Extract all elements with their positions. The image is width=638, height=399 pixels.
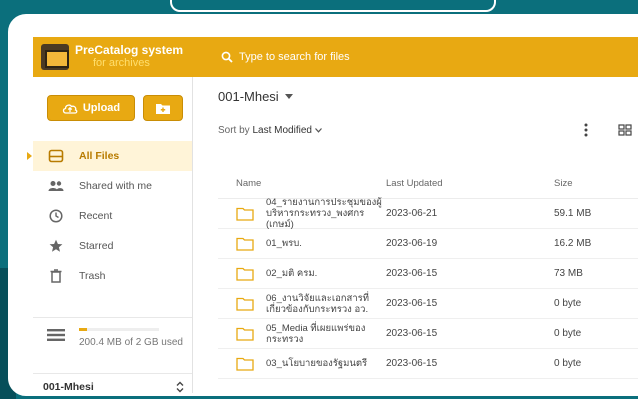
sidebar-item-trash[interactable]: Trash	[33, 261, 192, 291]
chevron-updown-icon	[176, 381, 184, 392]
storage-progress-bar	[79, 328, 159, 331]
file-date: 2023-06-15	[386, 298, 438, 309]
file-name: 05_Media ที่เผยแพร่ของกระทรวง	[266, 322, 366, 345]
clock-icon	[47, 207, 65, 225]
file-date: 2023-06-15	[386, 268, 438, 279]
table-row[interactable]: 04_รายงานการประชุมของผู้บริหารกระทรวง_พง…	[218, 197, 638, 230]
sidebar-item-recent[interactable]: Recent	[33, 201, 192, 231]
storage-text: 200.4 MB of 2 GB used	[79, 337, 183, 348]
upload-label: Upload	[82, 102, 121, 114]
new-folder-button[interactable]	[143, 95, 183, 121]
file-size: 0 byte	[554, 298, 582, 309]
more-vertical-icon	[584, 123, 588, 137]
storage-icon	[47, 328, 67, 346]
storage-usage: 200.4 MB of 2 GB used	[33, 317, 192, 363]
grid-view-icon	[618, 124, 632, 136]
workspace-selector[interactable]: 001-Mhesi	[33, 373, 192, 393]
table-row[interactable]: 02_มติ ครม. 2023-06-15 73 MB	[218, 259, 638, 289]
upload-button[interactable]: Upload	[47, 95, 135, 121]
file-size: 0 byte	[554, 328, 582, 339]
table-row[interactable]: 01_พรบ. 2023-06-19 16.2 MB	[218, 229, 638, 259]
file-name: 01_พรบ.	[266, 238, 302, 249]
file-list: 04_รายงานการประชุมของผู้บริหารกระทรวง_พง…	[218, 197, 638, 379]
folder-icon	[236, 297, 254, 311]
column-header-name[interactable]: Name	[218, 178, 386, 189]
sort-prefix: Sort by	[218, 125, 253, 136]
workspace-name: 001-Mhesi	[43, 380, 94, 393]
people-icon	[47, 177, 65, 195]
table-header: Name Last Updated Size	[218, 169, 638, 199]
new-folder-icon	[156, 103, 170, 114]
drive-icon	[47, 147, 65, 165]
sidebar-item-label: All Files	[79, 150, 120, 162]
table-row[interactable]: 03_นโยบายของรัฐมนตรี 2023-06-15 0 byte	[218, 349, 638, 379]
storage-progress-fill	[79, 328, 87, 331]
file-size: 0 byte	[554, 358, 582, 369]
sidebar-nav: All Files Shared with me Recent Starred …	[27, 141, 192, 291]
file-size: 59.1 MB	[554, 208, 592, 219]
column-header-size[interactable]: Size	[554, 178, 638, 189]
sidebar-item-label: Recent	[79, 210, 113, 222]
table-row[interactable]: 05_Media ที่เผยแพร่ของกระทรวง 2023-06-15…	[218, 319, 638, 349]
file-name: 04_รายงานการประชุมของผู้บริหารกระทรวง_พง…	[266, 197, 382, 230]
file-size: 73 MB	[554, 268, 583, 279]
chevron-down-icon	[314, 128, 322, 133]
file-date: 2023-06-21	[386, 208, 438, 219]
folder-icon	[236, 207, 254, 221]
header: PreCatalog system for archives Type to s…	[11, 17, 638, 77]
view-toggle-button[interactable]	[618, 123, 632, 137]
logo-title: PreCatalog system	[75, 43, 184, 57]
file-name: 06_งานวิจัยและเอกสารที่เกี่ยวข้องกับกระท…	[266, 292, 370, 315]
file-size: 16.2 MB	[554, 238, 592, 249]
file-date: 2023-06-19	[386, 238, 438, 249]
sort-control[interactable]: Sort by Last Modified	[218, 125, 322, 136]
main-content: 001-Mhesi Sort by Last Modified Name Las…	[194, 77, 638, 393]
sidebar-item-all-files[interactable]: All Files	[27, 141, 192, 171]
table-row[interactable]: 06_งานวิจัยและเอกสารที่เกี่ยวข้องกับกระท…	[218, 289, 638, 319]
cloud-upload-icon	[62, 104, 78, 114]
star-icon	[47, 237, 65, 255]
file-name: 03_นโยบายของรัฐมนตรี	[266, 358, 368, 369]
breadcrumb[interactable]: 001-Mhesi	[218, 89, 293, 104]
folder-icon	[236, 327, 254, 341]
caret-down-icon	[284, 94, 293, 99]
file-name: 02_มติ ครม.	[266, 268, 318, 279]
sidebar-item-label: Trash	[79, 270, 106, 282]
sidebar-item-starred[interactable]: Starred	[33, 231, 192, 261]
sidebar-item-shared[interactable]: Shared with me	[33, 171, 192, 201]
sidebar: Upload All Files Shared with me Recent S…	[27, 77, 193, 393]
search-icon	[221, 51, 233, 63]
folder-icon	[236, 267, 254, 281]
sidebar-item-label: Shared with me	[79, 180, 152, 192]
folder-icon	[236, 237, 254, 251]
search-input[interactable]: Type to search for files	[211, 51, 350, 63]
decorative-tab	[170, 0, 496, 12]
logo[interactable]: PreCatalog system for archives	[33, 37, 211, 77]
trash-icon	[47, 267, 65, 285]
page-title: 001-Mhesi	[218, 89, 279, 104]
archive-logo-icon	[41, 44, 69, 70]
sidebar-item-label: Starred	[79, 240, 114, 252]
file-date: 2023-06-15	[386, 328, 438, 339]
search-placeholder: Type to search for files	[239, 51, 350, 63]
top-bar: PreCatalog system for archives Type to s…	[33, 37, 638, 77]
file-date: 2023-06-15	[386, 358, 438, 369]
column-header-updated[interactable]: Last Updated	[386, 178, 554, 189]
logo-subtitle: for archives	[93, 57, 150, 69]
app-window: PreCatalog system for archives Type to s…	[8, 14, 638, 396]
folder-icon	[236, 357, 254, 371]
more-options-button[interactable]	[580, 121, 592, 139]
sort-value: Last Modified	[252, 125, 312, 136]
